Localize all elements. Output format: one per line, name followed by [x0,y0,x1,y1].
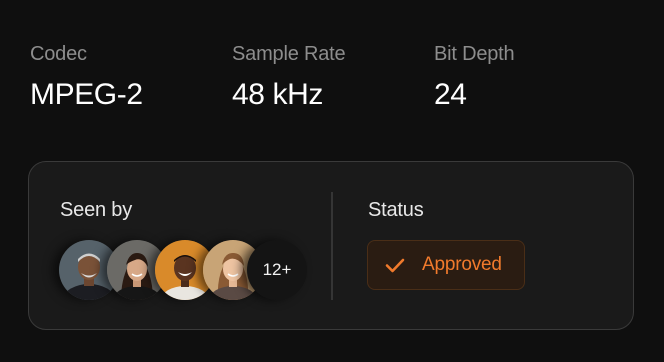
spec-bit-depth-label: Bit Depth [434,43,515,65]
spec-bit-depth: Bit Depth 24 [434,40,594,113]
spec-codec: Codec MPEG-2 [30,40,232,113]
section-divider [331,192,333,300]
spec-sample-rate-label: Sample Rate [232,43,346,65]
spec-sample-rate: Sample Rate 48 kHz [232,40,434,113]
more-viewers-count[interactable]: 12+ [247,240,307,300]
spec-codec-value: MPEG-2 [30,78,143,111]
spec-sample-rate-value: 48 kHz [232,78,323,111]
spec-codec-label: Codec [30,43,87,65]
status-section: Status [368,196,424,224]
file-details-panel: Codec MPEG-2 Sample Rate 48 kHz Bit Dept… [0,0,664,362]
seen-by-label: Seen by [60,199,132,221]
seen-by-section: Seen by [60,196,132,224]
status-value: Approved [422,254,502,275]
review-card: Seen by 12+ Status Approved [28,161,634,330]
avatar-stack[interactable]: 12+ [59,240,319,302]
status-badge[interactable]: Approved [367,240,525,290]
status-label: Status [368,199,424,221]
spec-row: Codec MPEG-2 Sample Rate 48 kHz Bit Dept… [30,40,594,113]
check-icon [385,258,405,273]
spec-bit-depth-value: 24 [434,78,467,111]
